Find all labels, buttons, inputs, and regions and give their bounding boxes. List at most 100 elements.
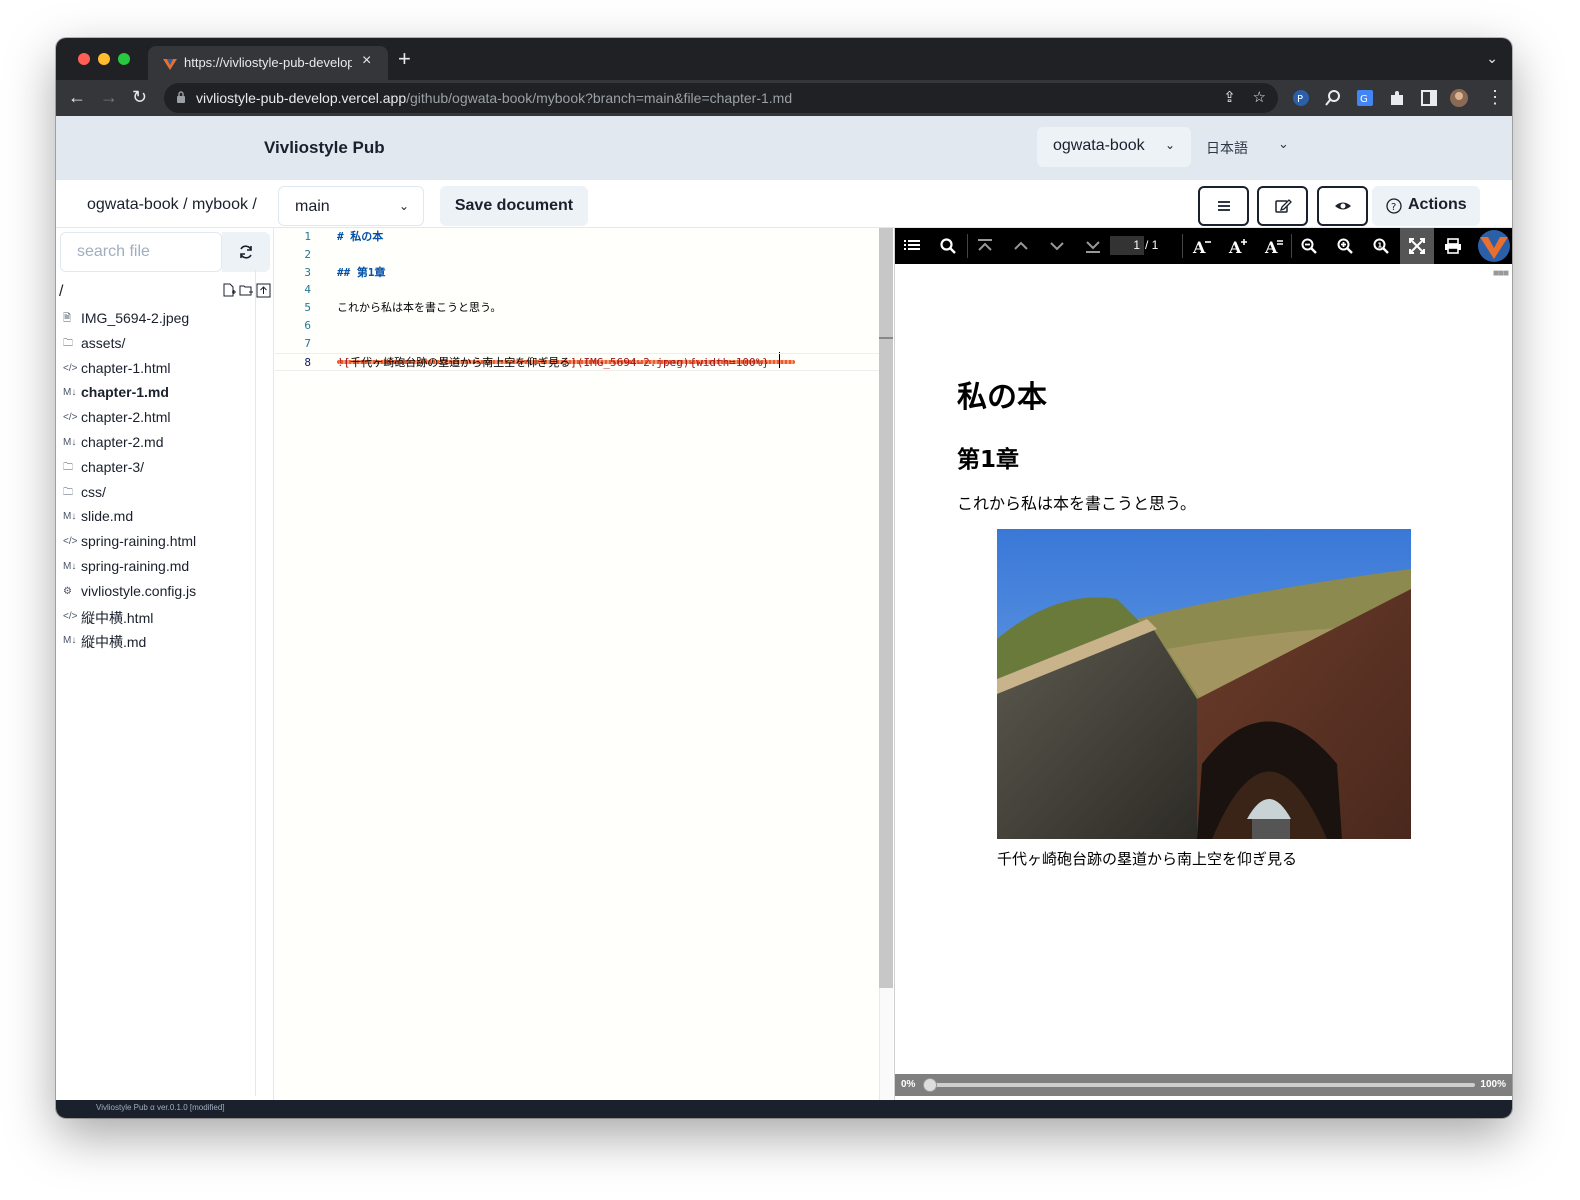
editor-line[interactable]: 8 ![千代ヶ崎砲台跡の塁道から南上空を仰ぎ見る](IMG_5694-2.jpeg… [275,352,879,371]
profile-avatar[interactable] [1449,88,1469,108]
zoom-out-button[interactable] [1292,228,1326,264]
browser-tab[interactable]: https://vivliostyle-pub-develop.vercel.a… [148,46,388,80]
page-number-input[interactable]: 1 [1110,236,1144,255]
language-select[interactable]: 日本語 [1206,138,1248,158]
upload-icon[interactable] [256,283,271,298]
viewer-menu-dots-icon[interactable]: ■■■ [1493,268,1509,279]
file-item[interactable]: </> spring-raining.html [63,531,253,556]
zoom-in-button[interactable] [1328,228,1362,264]
first-page-button[interactable] [968,228,1002,264]
toc-list-icon [904,240,920,250]
figure-caption: 千代ヶ崎砲台跡の塁道から南上空を仰ぎ見る [997,850,1298,868]
extension-key-icon[interactable]: P [1291,88,1311,108]
vivliostyle-logo-icon[interactable] [1476,228,1512,264]
extensions-puzzle-icon[interactable] [1387,88,1407,108]
file-item[interactable]: M↓ spring-raining.md [63,556,253,581]
markdown-editor[interactable]: 1 # 私の本 2 3 ## 第1章 4 5 これから私は本を書こうと思う。 6 7 8 ![千代ヶ崎… [275,228,895,1100]
toc-button[interactable] [895,228,929,264]
progress-slider-knob[interactable] [923,1078,937,1092]
file-item[interactable]: </> chapter-2.html [63,407,253,432]
next-page-button[interactable] [1040,228,1074,264]
file-item[interactable]: </> 縦中横.html [63,606,253,631]
file-item[interactable]: ⚙ vivliostyle.config.js [63,581,253,606]
find-button[interactable] [931,228,965,264]
branch-select[interactable]: main ⌄ [278,186,424,226]
reload-button[interactable]: ↻ [132,86,147,108]
page-total: / 1 [1145,238,1159,252]
minimize-window-button[interactable] [98,53,110,65]
document-toolbar: ogwata-book / mybook / main ⌄ Save docum… [56,180,1512,228]
toggle-editor-button[interactable] [1257,186,1308,226]
file-item[interactable]: M↓ 縦中横.md [63,630,253,655]
tab-search-chevron-icon[interactable]: ⌄ [1486,50,1498,67]
file-item[interactable]: M↓ chapter-1.md [63,382,253,407]
font-reset-icon: A [1264,238,1283,255]
toggle-preview-button[interactable] [1317,186,1368,226]
refresh-button[interactable] [222,232,270,272]
forward-button[interactable]: → [100,86,118,108]
browser-menu-icon[interactable]: ⋮ [1486,86,1504,108]
font-size-increase-button[interactable]: A [1220,228,1254,264]
editor-line[interactable]: 4 [275,281,879,299]
file-name: chapter-2.html [81,409,171,426]
file-item[interactable]: 🗀 css/ [63,482,253,507]
file-name: 縦中横.md [81,634,147,651]
new-folder-icon[interactable] [239,283,254,298]
search-file-input[interactable] [60,232,222,272]
menu-lines-icon [1218,201,1230,211]
code-file-icon: </> [63,412,78,424]
side-panel-icon[interactable] [1419,88,1439,108]
print-icon [1445,238,1461,254]
editor-line[interactable]: 1 # 私の本 [275,228,879,246]
editor-scrollbar-thumb[interactable] [879,228,893,988]
new-tab-button[interactable]: + [398,48,411,70]
previous-page-button[interactable] [1004,228,1038,264]
address-bar[interactable]: vivliostyle-pub-develop.vercel.app/githu… [164,83,1278,113]
file-item[interactable]: 🗎 IMG_5694-2.jpeg [63,308,253,333]
bookmark-star-icon[interactable]: ☆ [1253,89,1266,106]
fit-to-screen-button[interactable] [1400,228,1434,264]
progress-slider-track[interactable] [923,1078,1475,1092]
zoom-actual-size-button[interactable]: 1 [1364,228,1398,264]
back-button[interactable]: ← [68,86,86,108]
font-size-decrease-button[interactable]: A [1184,228,1218,264]
chevron-down-icon[interactable]: ⌄ [1278,136,1289,152]
file-item[interactable]: 🗀 assets/ [63,333,253,358]
folder-icon: 🗀 [63,461,73,473]
user-menu-button[interactable]: ogwata-book ⌄ [1037,127,1191,167]
extension-search-icon[interactable] [1323,88,1343,108]
font-size-reset-button[interactable]: A [1256,228,1290,264]
file-name: chapter-3/ [81,458,145,475]
new-file-icon[interactable] [222,283,237,298]
file-name: IMG_5694-2.jpeg [81,310,190,326]
app-brand[interactable]: Vivliostyle Pub [264,138,385,158]
file-item[interactable]: </> chapter-1.html [63,358,253,383]
share-icon[interactable]: ⇪ [1223,89,1236,106]
file-item[interactable]: 🗀 chapter-3/ [63,457,253,482]
print-button[interactable] [1436,228,1470,264]
editor-line[interactable]: 3 ## 第1章 [275,264,879,282]
close-tab-icon[interactable]: × [362,52,371,70]
last-page-button[interactable] [1076,228,1110,264]
svg-text:1: 1 [1377,242,1382,250]
file-item[interactable]: M↓ slide.md [63,506,253,531]
svg-text:G: G [1360,94,1368,105]
edit-icon [1275,199,1292,213]
editor-line[interactable]: 6 [275,317,879,335]
markdown-icon: M↓ [63,436,77,448]
browser-window: https://vivliostyle-pub-develop.vercel.a… [56,38,1512,1118]
editor-line[interactable]: 7 [275,335,879,353]
save-document-button[interactable]: Save document [440,186,588,226]
file-item[interactable]: M↓ chapter-2.md [63,432,253,457]
close-window-button[interactable] [78,53,90,65]
actions-menu-button[interactable]: ? Actions [1372,186,1480,226]
gear-icon: ⚙ [63,585,72,597]
toolbar-separator [1182,234,1183,258]
editor-line[interactable]: 5 これから私は本を書こうと思う。 [275,299,879,317]
app: Vivliostyle Pub ogwata-book ⌄ 日本語 ⌄ ogwa… [56,116,1512,1118]
toggle-explorer-button[interactable] [1198,186,1249,226]
editor-line[interactable]: 2 [275,246,879,264]
translate-extension-icon[interactable]: G [1355,88,1375,108]
zoom-window-button[interactable] [118,53,130,65]
sidebar-scrollbar[interactable] [255,270,256,1096]
